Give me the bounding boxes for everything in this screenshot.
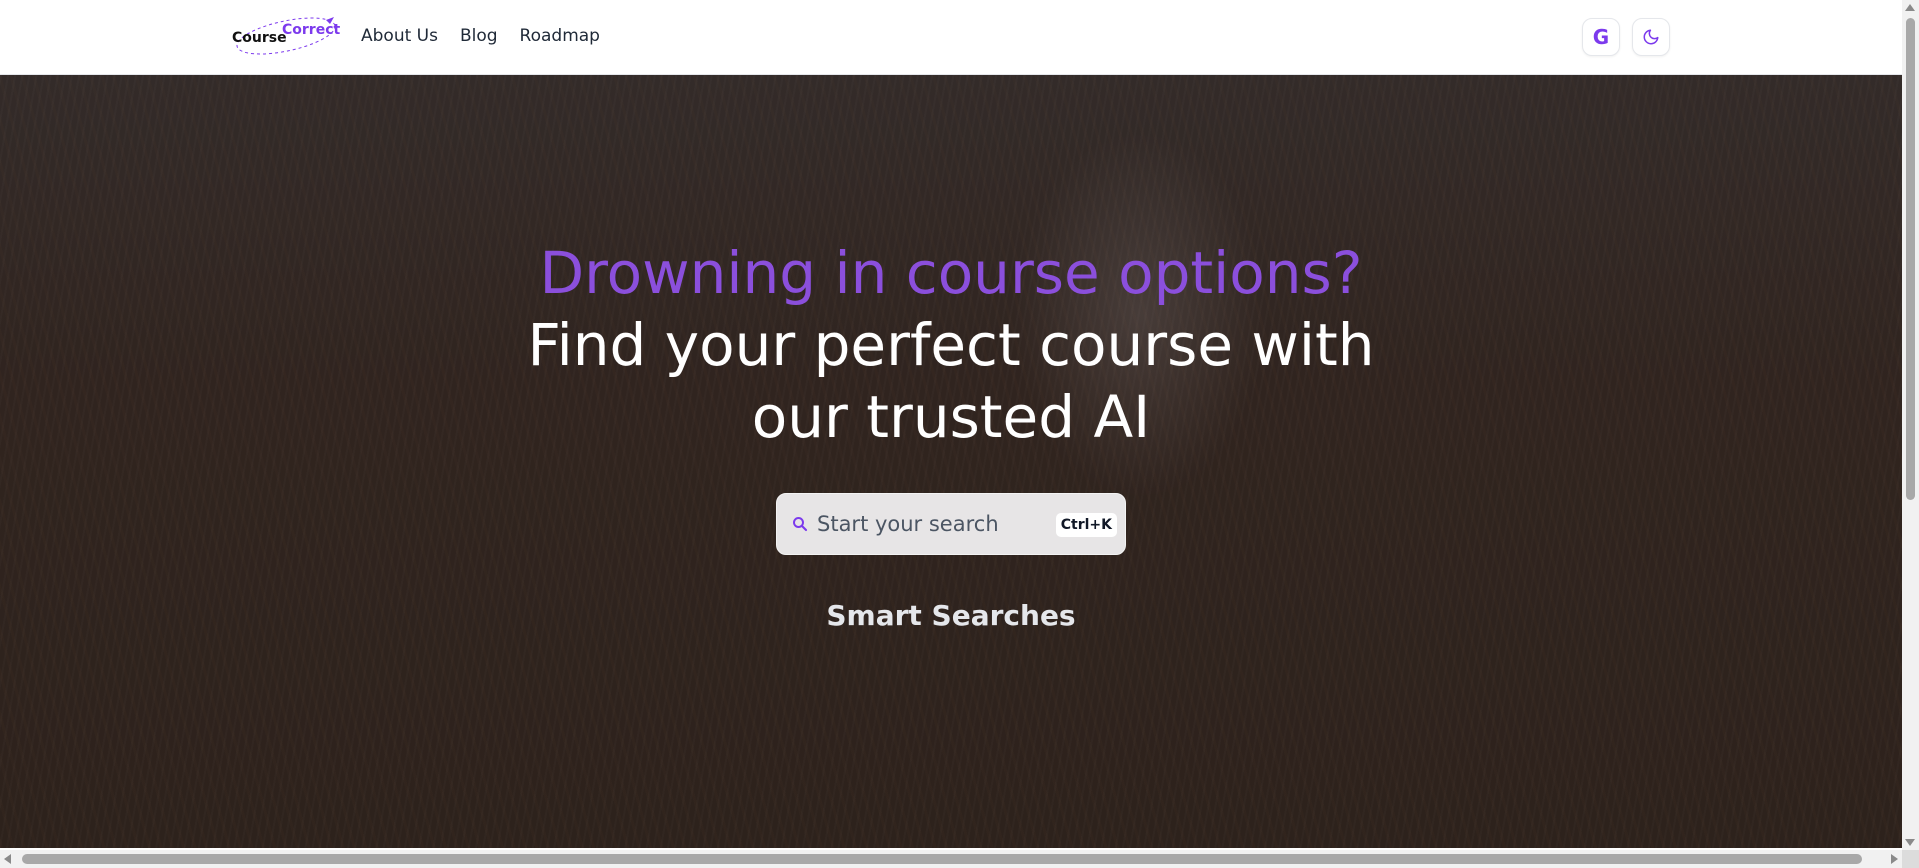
google-icon: G: [1592, 25, 1610, 49]
coursecorrect-logo[interactable]: Course Correct: [230, 14, 342, 60]
search-icon: [793, 517, 808, 532]
hero-headline-accent: Drowning in course options?: [539, 239, 1363, 307]
scrollbar-corner: [1902, 850, 1919, 868]
scroll-down-arrow-icon[interactable]: [1905, 839, 1915, 846]
logo-text-course: Course: [232, 30, 287, 46]
main-nav: About Us Blog Roadmap: [361, 26, 600, 46]
logo-text-correct: Correct: [282, 22, 340, 38]
smart-searches-heading: Smart Searches: [826, 599, 1076, 632]
google-signin-button[interactable]: G: [1582, 18, 1620, 56]
horizontal-scrollbar[interactable]: [0, 850, 1902, 868]
search-box[interactable]: Ctrl+K: [776, 493, 1126, 555]
vertical-scroll-thumb[interactable]: [1906, 18, 1915, 500]
logo-graphic: Course Correct: [232, 17, 340, 55]
nav-blog[interactable]: Blog: [460, 26, 498, 46]
scroll-up-arrow-icon[interactable]: [1905, 4, 1915, 11]
search-input[interactable]: [817, 508, 1047, 540]
hero-headline-line2: our trusted AI: [751, 383, 1151, 451]
theme-toggle-button[interactable]: [1632, 18, 1670, 56]
moon-icon: [1643, 29, 1659, 45]
scroll-left-arrow-icon[interactable]: [4, 854, 11, 864]
nav-about-us[interactable]: About Us: [361, 26, 438, 46]
horizontal-scroll-thumb[interactable]: [22, 854, 1862, 864]
keyboard-shortcut-badge: Ctrl+K: [1055, 513, 1117, 537]
top-navbar: Course Correct About Us Blog Roadmap G: [0, 0, 1902, 75]
hero-headline-line1: Find your perfect course with: [527, 311, 1375, 379]
nav-roadmap[interactable]: Roadmap: [520, 26, 600, 46]
hero-section: Drowning in course options? Find your pe…: [0, 75, 1902, 848]
vertical-scrollbar[interactable]: [1902, 0, 1919, 850]
scroll-right-arrow-icon[interactable]: [1891, 854, 1898, 864]
hero-headline-main: Find your perfect course with our truste…: [0, 309, 1902, 453]
